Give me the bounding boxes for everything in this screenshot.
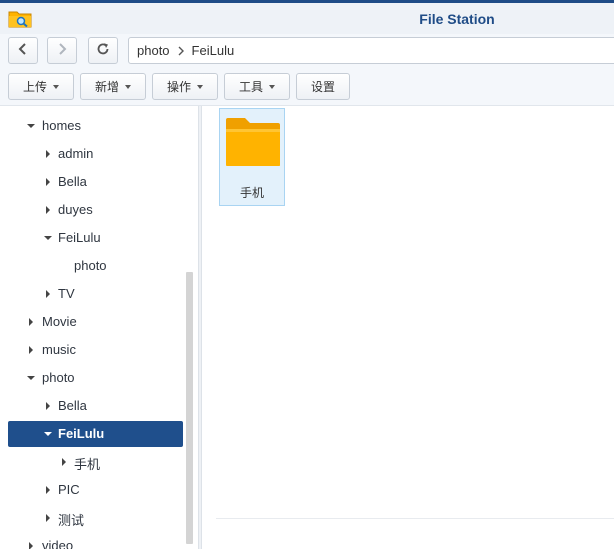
path-separator-icon: [178, 46, 184, 56]
settings-button[interactable]: 设置: [296, 73, 350, 100]
tree-node-feilulu[interactable]: FeiLulu: [0, 225, 186, 251]
file-item-name: 手机: [239, 186, 264, 200]
tree-node-photo-bella[interactable]: Bella: [0, 393, 186, 419]
path-bar[interactable]: photo FeiLulu: [128, 37, 614, 64]
folder-icon: [225, 117, 281, 170]
settings-label: 设置: [310, 80, 335, 94]
expanded-arrow-icon[interactable]: [27, 374, 35, 382]
tree-node-label: PIC: [58, 482, 80, 497]
expanded-arrow-icon[interactable]: [44, 430, 52, 438]
action-label: 操作: [166, 80, 191, 94]
tree-node-label: 手机: [74, 457, 101, 472]
tree-node-label: photo: [42, 370, 75, 385]
tree-node-pic[interactable]: PIC: [0, 477, 186, 503]
tree-node-phone[interactable]: 手机: [0, 449, 186, 475]
tree-node-label: music: [42, 342, 76, 357]
upload-label: 上传: [22, 80, 47, 94]
tree-node-movie[interactable]: Movie: [0, 309, 186, 335]
collapsed-arrow-icon[interactable]: [44, 402, 52, 410]
tree-node-label: Bella: [58, 174, 87, 189]
tree-node-label: 测试: [58, 513, 85, 528]
path-segment-photo[interactable]: photo: [137, 43, 170, 58]
tree-node-label: TV: [58, 286, 75, 301]
chevron-right-icon: [57, 42, 67, 59]
window-title: File Station: [419, 11, 495, 27]
expanded-arrow-icon[interactable]: [27, 122, 35, 130]
create-label: 新增: [94, 80, 119, 94]
tree-node-label: video: [42, 538, 74, 549]
sidebar-scrollbar-thumb[interactable]: [186, 272, 193, 544]
tree-node-homes[interactable]: homes: [0, 113, 186, 139]
tree-node-label: FeiLulu: [58, 230, 101, 245]
path-segment-feilulu[interactable]: FeiLulu: [192, 43, 235, 58]
tools-button[interactable]: 工具: [224, 73, 290, 100]
caret-down-icon: [197, 84, 203, 89]
collapsed-arrow-icon[interactable]: [44, 206, 52, 214]
toolbar: 上传 新增 操作 工具 设置: [0, 68, 614, 106]
folder-tree: homes admin Bella duyes FeiLulu photo TV…: [0, 106, 198, 549]
forward-button[interactable]: [47, 37, 77, 64]
file-item-folder[interactable]: 手机: [219, 108, 285, 206]
file-list-area: 手机: [202, 106, 614, 549]
tree-node-admin[interactable]: admin: [0, 141, 186, 167]
tree-node-label: Bella: [58, 398, 87, 413]
tree-node-duyes[interactable]: duyes: [0, 197, 186, 223]
collapsed-arrow-icon[interactable]: [44, 178, 52, 186]
tree-node-photo[interactable]: photo: [0, 365, 186, 391]
upload-button[interactable]: 上传: [8, 73, 74, 100]
back-button[interactable]: [8, 37, 38, 64]
expanded-arrow-icon[interactable]: [44, 234, 52, 242]
tree-node-label: FeiLulu: [58, 426, 105, 441]
caret-down-icon: [53, 84, 59, 89]
chevron-left-icon: [18, 42, 28, 59]
action-button[interactable]: 操作: [152, 73, 218, 100]
tree-node-label: Movie: [42, 314, 77, 329]
tree-node-label: admin: [58, 146, 94, 161]
caret-down-icon: [269, 84, 275, 89]
refresh-icon: [96, 42, 110, 59]
collapsed-arrow-icon[interactable]: [27, 318, 35, 326]
content-divider: [216, 518, 614, 519]
collapsed-arrow-icon[interactable]: [44, 290, 52, 298]
tree-node-label: photo: [74, 258, 107, 273]
tree-node-label: homes: [42, 118, 82, 133]
collapsed-arrow-icon[interactable]: [44, 150, 52, 158]
collapsed-arrow-icon[interactable]: [27, 542, 35, 549]
collapsed-arrow-icon[interactable]: [60, 458, 68, 466]
caret-down-icon: [125, 84, 131, 89]
collapsed-arrow-icon[interactable]: [27, 346, 35, 354]
refresh-button[interactable]: [88, 37, 118, 64]
tools-label: 工具: [238, 80, 263, 94]
tree-node-tv[interactable]: TV: [0, 281, 186, 307]
tree-node-photo-feilulu[interactable]: FeiLulu: [8, 421, 183, 447]
file-station-icon: [8, 9, 33, 29]
tree-node-video[interactable]: video: [0, 533, 186, 549]
create-button[interactable]: 新增: [80, 73, 146, 100]
tree-node-music[interactable]: music: [0, 337, 186, 363]
collapsed-arrow-icon[interactable]: [44, 486, 52, 494]
tree-node-label: duyes: [58, 202, 93, 217]
tree-node-bella[interactable]: Bella: [0, 169, 186, 195]
collapsed-arrow-icon[interactable]: [44, 514, 52, 522]
tree-node-test[interactable]: 测试: [0, 505, 186, 531]
navigation-bar: photo FeiLulu: [0, 34, 614, 68]
tree-node-feilulu-photo[interactable]: photo: [0, 253, 186, 279]
title-bar: File Station: [0, 3, 614, 34]
